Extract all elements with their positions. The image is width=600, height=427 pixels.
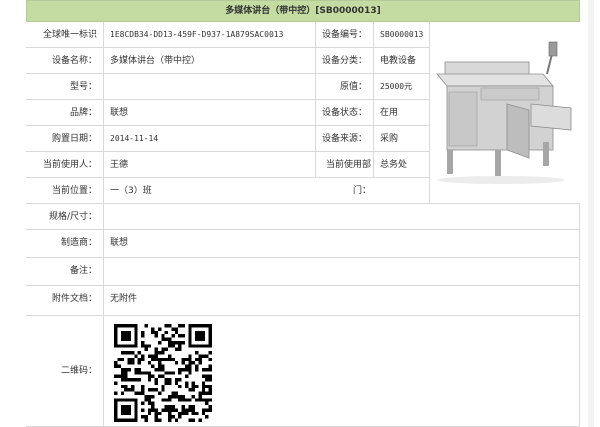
brand-value: 联想 <box>104 100 316 126</box>
status-label: 设备状态： <box>316 100 374 126</box>
date-value: 2014-11-14 <box>104 126 316 152</box>
model-label: 型号： <box>26 74 104 100</box>
location-value: 一（3）班 <box>104 178 430 204</box>
location-label: 当前位置： <box>26 178 104 204</box>
price-label: 原值： <box>316 74 374 100</box>
code-label: 设备编号： <box>316 22 374 48</box>
source-value: 采购 <box>374 126 430 152</box>
category-value: 电教设备 <box>374 48 430 74</box>
brand-label: 品牌： <box>26 100 104 126</box>
dept-value: 总务处 <box>374 152 430 178</box>
code-value: SB0000013 <box>374 22 430 48</box>
name-label: 设备名称： <box>26 48 104 74</box>
dept-label: 当前使用部门： <box>316 152 374 196</box>
price-value: 25000元 <box>374 74 430 100</box>
maker-value: 联想 <box>104 230 580 258</box>
scrollbar[interactable] <box>588 0 594 427</box>
name-value: 多媒体讲台（带中控） <box>104 48 316 74</box>
user-value: 王德 <box>104 152 316 178</box>
lectern-photo-icon <box>436 41 572 184</box>
attachment-value: 无附件 <box>104 286 580 316</box>
source-label: 设备来源： <box>316 126 374 152</box>
note-label: 备注： <box>26 258 104 286</box>
qr-code-icon <box>114 324 212 422</box>
attachment-label: 附件文档： <box>26 286 104 316</box>
spec-label: 规格/尺寸： <box>26 204 104 230</box>
user-label: 当前使用人： <box>26 152 104 178</box>
asset-detail-page: 多媒体讲台（带中控）[SB0000013] 全球唯一标识符： 1E8CDB34-… <box>0 0 594 427</box>
model-value <box>104 74 316 100</box>
maker-label: 制造商： <box>26 230 104 258</box>
date-label: 购置日期： <box>26 126 104 152</box>
category-label: 设备分类： <box>316 48 374 74</box>
uid-value: 1E8CDB34-DD13-459F-D937-1A879SAC0013 <box>104 22 316 48</box>
page-title: 多媒体讲台（带中控）[SB0000013] <box>26 0 580 22</box>
qr-label: 二维码： <box>26 316 104 427</box>
spec-value <box>104 204 580 230</box>
equipment-photo-cell <box>430 22 580 204</box>
uid-label: 全球唯一标识符： <box>26 22 104 66</box>
asset-info-table: 全球唯一标识符： 1E8CDB34-DD13-459F-D937-1A879SA… <box>26 22 580 427</box>
note-value <box>104 258 580 286</box>
status-value: 在用 <box>374 100 430 126</box>
